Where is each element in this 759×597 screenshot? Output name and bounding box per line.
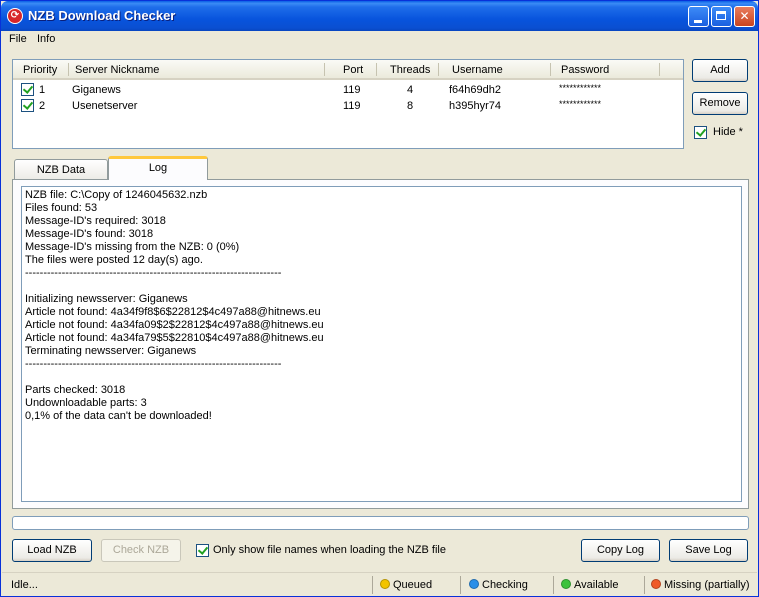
log-line: Terminating newsserver: Giganews: [25, 345, 197, 357]
queued-label: Queued: [393, 579, 433, 591]
log-line: ----------------------------------------…: [25, 267, 282, 279]
maximize-icon: [716, 11, 726, 20]
server-password: ************: [559, 99, 602, 109]
status-available: Available: [561, 576, 618, 594]
log-line: Article not found: 4a34fa79$5$22810$4c49…: [25, 332, 324, 344]
server-nickname: Usenetserver: [72, 100, 138, 112]
status-queued: Queued: [380, 576, 432, 594]
save-log-button[interactable]: Save Log: [669, 539, 748, 562]
hide-passwords-label: Hide *: [713, 126, 743, 138]
title-bar[interactable]: ⟳ NZB Download Checker ✕: [1, 1, 758, 31]
log-line: The files were posted 12 day(s) ago.: [25, 254, 203, 266]
column-header-nickname[interactable]: Server Nickname: [75, 60, 159, 80]
add-server-button[interactable]: Add: [692, 59, 748, 82]
log-lines: NZB file: C:\Copy of 1246045632.nzb Files…: [25, 189, 738, 423]
log-line: ----------------------------------------…: [25, 358, 282, 370]
progress-bar: [12, 516, 749, 530]
available-status-icon: [561, 579, 571, 589]
server-threads: 4: [407, 84, 414, 96]
status-text: Idle...: [11, 579, 38, 591]
server-password: ************: [559, 83, 602, 93]
log-line: Message-ID's missing from the NZB: 0 (0%…: [25, 241, 240, 253]
server-priority: 2: [39, 100, 46, 112]
server-list-header: Priority Server Nickname Port Threads Us…: [13, 60, 683, 80]
server-priority: 1: [39, 84, 46, 96]
column-header-username[interactable]: Username: [452, 60, 503, 80]
log-line: Message-ID's found: 3018: [25, 228, 154, 240]
log-line: Article not found: 4a34f9f8$6$22812$4c49…: [25, 306, 321, 318]
log-line: NZB file: C:\Copy of 1246045632.nzb: [25, 189, 208, 201]
column-header-priority[interactable]: Priority: [23, 60, 57, 80]
missing-label: Missing (partially): [664, 579, 750, 591]
only-show-filenames-label: Only show file names when loading the NZ…: [213, 544, 446, 556]
app-icon: ⟳: [7, 8, 23, 24]
app-window: ⟳ NZB Download Checker ✕ File Info Prior…: [0, 0, 759, 597]
server-row[interactable]: 2 Usenetserver 119 8 h395hyr74 *********…: [13, 98, 683, 114]
server-port: 119: [343, 100, 361, 112]
menu-bar: File Info: [2, 31, 757, 49]
only-show-filenames-checkbox[interactable]: [196, 544, 209, 557]
server-port: 119: [343, 84, 361, 96]
server-username: f64h69dh2: [449, 84, 501, 96]
log-line: Message-ID's required: 3018: [25, 215, 166, 227]
close-icon: ✕: [739, 9, 750, 23]
queued-status-icon: [380, 579, 390, 589]
minimize-button[interactable]: [688, 6, 709, 27]
log-line: Initializing newsserver: Giganews: [25, 293, 188, 305]
checking-label: Checking: [482, 579, 528, 591]
load-nzb-button[interactable]: Load NZB: [12, 539, 92, 562]
minimize-icon: [694, 20, 702, 23]
log-line: Parts checked: 3018: [25, 384, 126, 396]
status-bar: Idle... Queued Checking Available Missin…: [2, 572, 757, 596]
log-textbox[interactable]: NZB file: C:\Copy of 1246045632.nzb Files…: [21, 186, 742, 502]
tab-log[interactable]: Log: [108, 156, 208, 180]
log-tab-panel: NZB file: C:\Copy of 1246045632.nzb Files…: [12, 179, 749, 509]
server-nickname: Giganews: [72, 84, 121, 96]
close-button[interactable]: ✕: [734, 6, 755, 27]
checking-status-icon: [469, 579, 479, 589]
log-line: 0,1% of the data can't be downloaded!: [25, 410, 212, 422]
menu-file[interactable]: File: [9, 33, 27, 45]
menu-info[interactable]: Info: [37, 33, 55, 45]
copy-log-button[interactable]: Copy Log: [581, 539, 660, 562]
log-line: Article not found: 4a34fa09$2$22812$4c49…: [25, 319, 324, 331]
server-threads: 8: [407, 100, 414, 112]
server-enabled-checkbox[interactable]: [21, 99, 34, 112]
server-list[interactable]: Priority Server Nickname Port Threads Us…: [12, 59, 684, 149]
remove-server-button[interactable]: Remove: [692, 92, 748, 115]
hide-passwords-checkbox[interactable]: [694, 126, 707, 139]
check-nzb-button[interactable]: Check NZB: [101, 539, 181, 562]
missing-status-icon: [651, 579, 661, 589]
maximize-button[interactable]: [711, 6, 732, 27]
server-username: h395hyr74: [449, 100, 501, 112]
column-header-password[interactable]: Password: [561, 60, 609, 80]
available-label: Available: [574, 579, 619, 591]
server-enabled-checkbox[interactable]: [21, 83, 34, 96]
log-line: Files found: 53: [25, 202, 98, 214]
tab-nzb-data[interactable]: NZB Data: [14, 159, 108, 180]
status-missing: Missing (partially): [651, 576, 750, 594]
window-title: NZB Download Checker: [28, 8, 176, 23]
column-header-threads[interactable]: Threads: [390, 60, 430, 80]
status-checking: Checking: [469, 576, 528, 594]
log-line: Undownloadable parts: 3: [25, 397, 147, 409]
column-header-port[interactable]: Port: [343, 60, 363, 80]
